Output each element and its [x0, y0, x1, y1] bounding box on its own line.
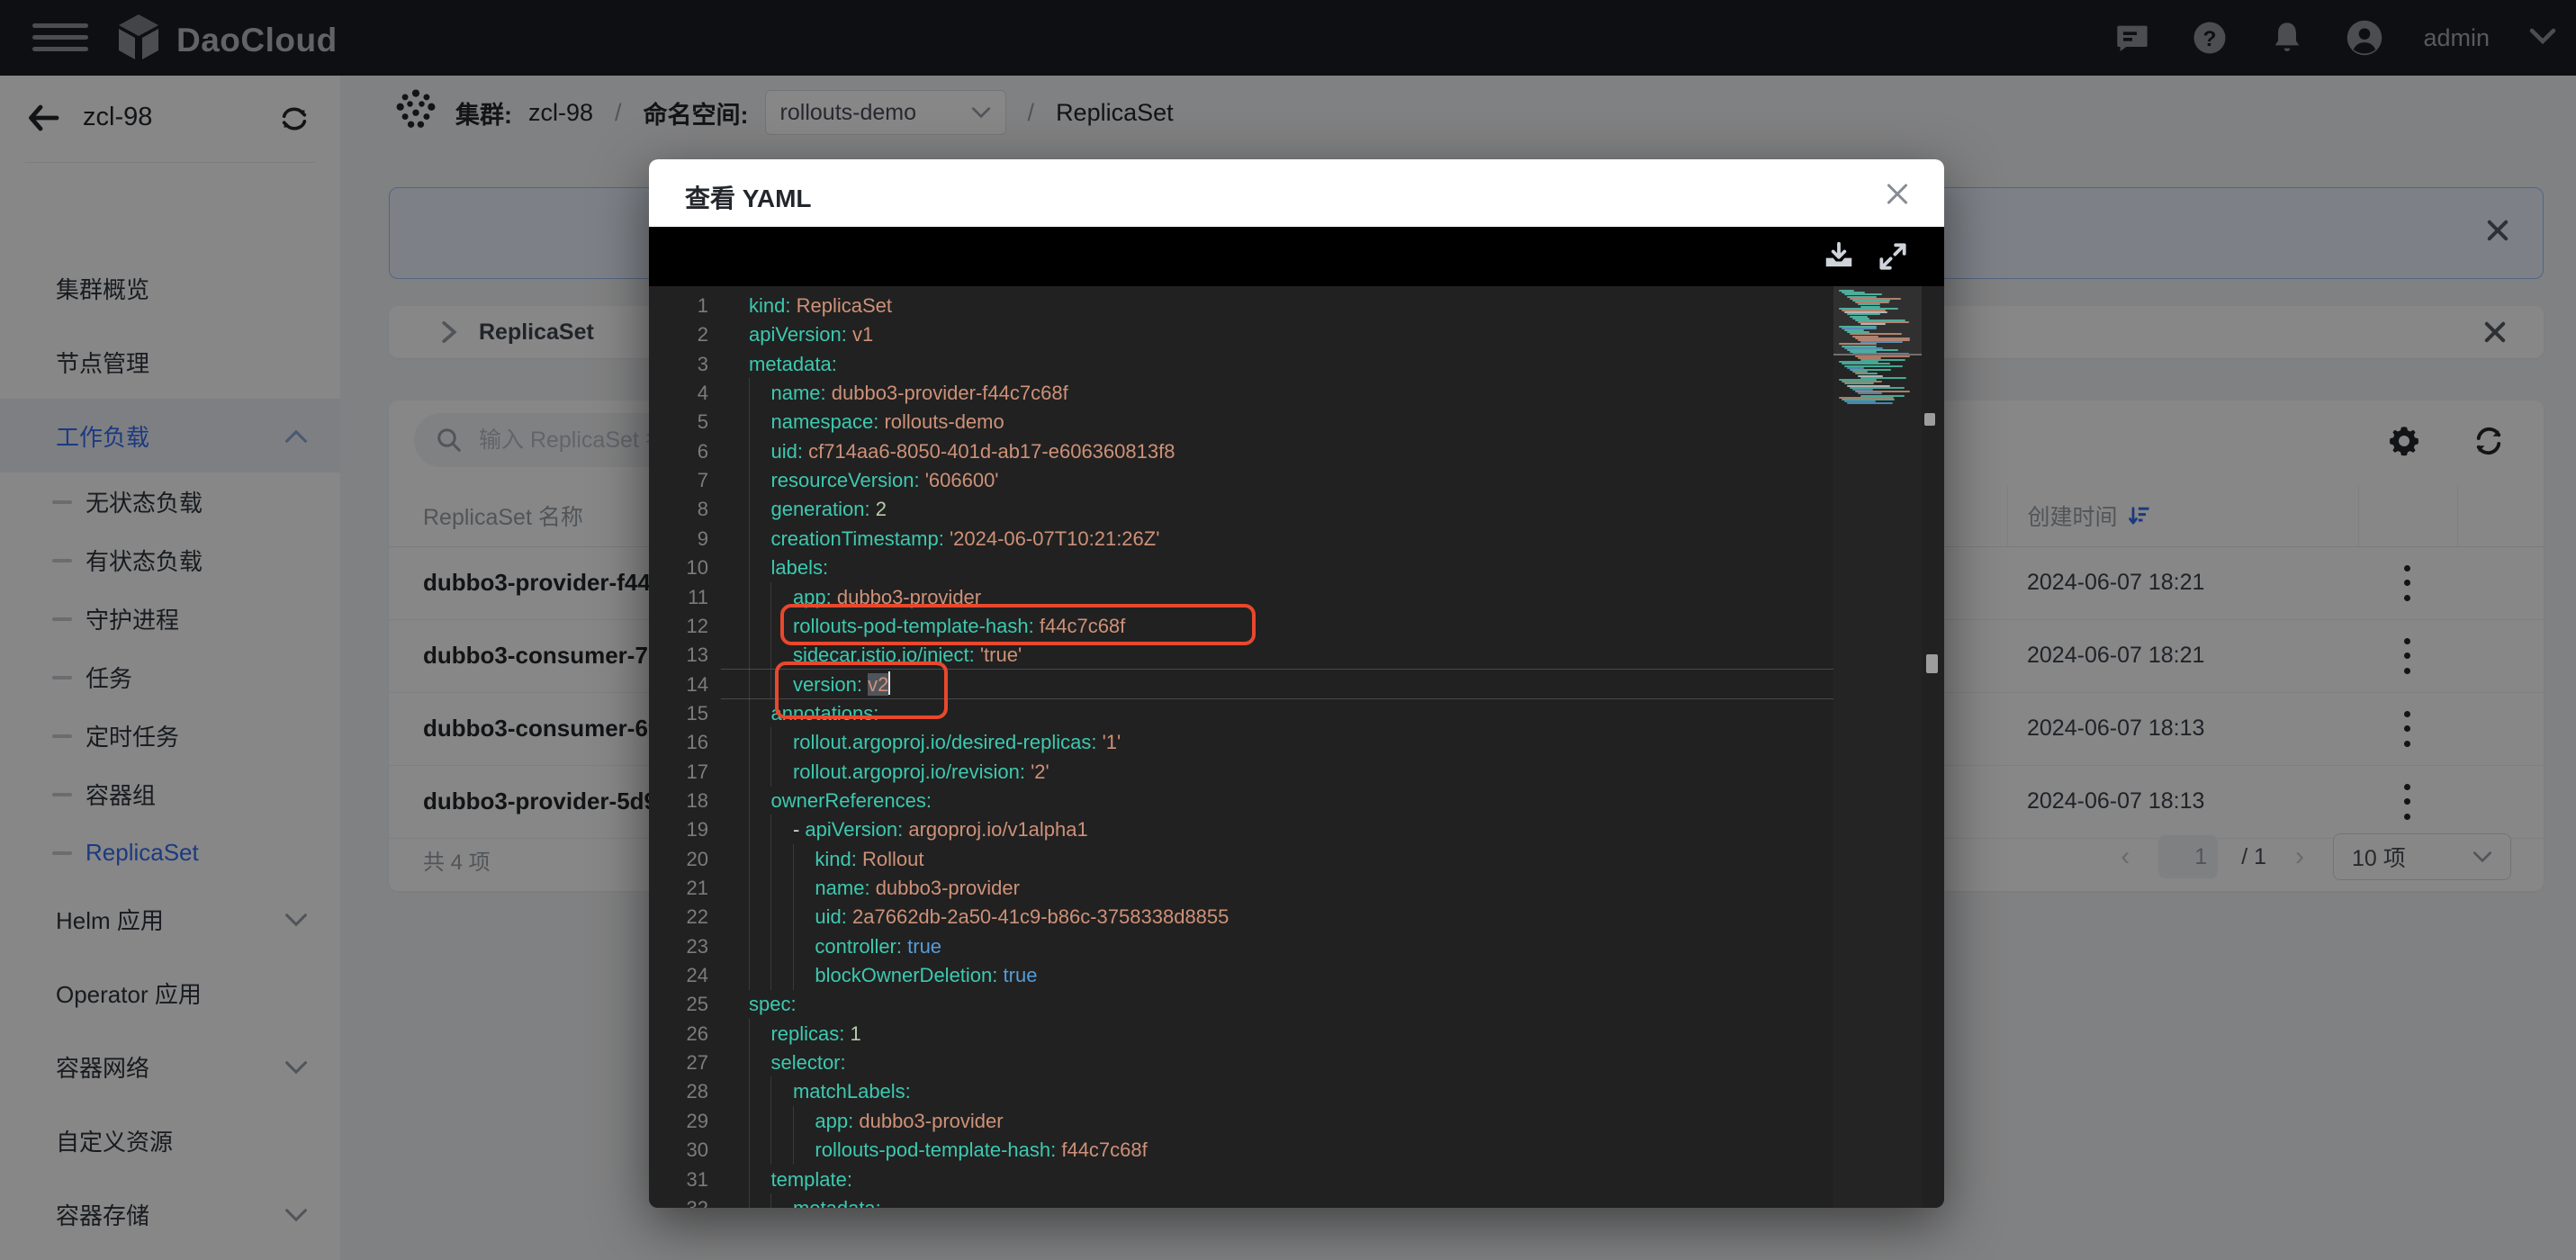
line-number: 16 [686, 731, 708, 754]
yaml-code-line: blockOwnerDeletion: true [749, 960, 1037, 991]
yaml-code-line: metadata: [749, 352, 837, 375]
line-number: 32 [649, 1193, 708, 1208]
yaml-code-line: name: dubbo3-provider-f44c7c68f [749, 378, 1068, 409]
line-number: 14 [686, 672, 708, 696]
yaml-code-line: app: dubbo3-provider [749, 1105, 1004, 1136]
yaml-code-editor[interactable]: 1 kind: ReplicaSet 2 apiVersion: v1 3 metadat… [649, 286, 1944, 1208]
line-number: 28 [686, 1080, 708, 1103]
yaml-code-line: replicas: 1 [749, 1018, 861, 1048]
line-number: 6 [697, 439, 708, 463]
yaml-code-line: controller: true [749, 931, 941, 961]
line-number: 2 [697, 323, 708, 346]
yaml-viewer-modal: 查看 YAML 1 kind: ReplicaSet 2 apiVersion: v1… [649, 159, 1944, 1208]
line-number: 18 [686, 788, 708, 812]
scrollbar-slider[interactable] [1926, 654, 1938, 673]
yaml-code-line: matchLabels: [749, 1076, 911, 1107]
line-number: 20 [686, 847, 708, 870]
editor-minimap[interactable] [1833, 286, 1922, 1208]
highlight-box-rollouts-pod-template-hash [780, 603, 1256, 645]
yaml-code-line: uid: cf714aa6-8050-401d-ab17-e606360813f… [749, 436, 1175, 466]
yaml-code-line: generation: 2 [749, 494, 887, 525]
yaml-code-line: name: dubbo3-provider [749, 873, 1020, 903]
yaml-code-line: template: [749, 1164, 852, 1194]
line-number: 13 [686, 644, 708, 667]
yaml-code-line: - apiVersion: argoproj.io/v1alpha1 [749, 814, 1088, 845]
line-number: 8 [697, 498, 708, 521]
line-number: 11 [688, 585, 708, 608]
yaml-code-line: rollouts-pod-template-hash: f44c7c68f [749, 1135, 1148, 1166]
line-number: 19 [686, 818, 708, 842]
line-number: 17 [686, 760, 708, 783]
yaml-code-line: kind: ReplicaSet [749, 294, 892, 317]
fullscreen-expand-icon[interactable] [1874, 238, 1912, 275]
yaml-code-line: ownerReferences: [749, 785, 932, 815]
line-number: 15 [686, 701, 708, 724]
line-number: 1 [697, 294, 708, 317]
download-yaml-icon[interactable] [1820, 238, 1858, 275]
editor-toolbar [649, 227, 1944, 286]
line-number: 21 [686, 877, 708, 899]
yaml-code-line: kind: Rollout [749, 843, 924, 874]
yaml-code-line: apiVersion: v1 [749, 323, 874, 346]
yaml-code-line: namespace: rollouts-demo [749, 407, 1004, 437]
yaml-code-line: creationTimestamp: '2024-06-07T10:21:26Z… [749, 523, 1159, 554]
yaml-code-line: labels: [749, 553, 828, 583]
line-number: 24 [686, 964, 708, 987]
yaml-code-line: rollout.argoproj.io/revision: '2' [749, 756, 1049, 787]
highlight-box-version [775, 661, 948, 719]
line-number: 27 [686, 1051, 708, 1075]
yaml-code-line: resourceVersion: '606600' [749, 465, 999, 496]
yaml-code-line: rollout.argoproj.io/desired-replicas: '1… [749, 727, 1121, 758]
scrollbar-mark[interactable] [1924, 413, 1935, 426]
line-number: 29 [686, 1109, 708, 1132]
yaml-code-line: spec: [749, 993, 797, 1016]
line-number: 26 [686, 1022, 708, 1045]
modal-close-icon[interactable] [1885, 181, 1912, 208]
line-number: 12 [686, 614, 708, 637]
modal-title: 查看 YAML [685, 184, 812, 212]
line-number: 9 [697, 526, 708, 550]
line-number: 4 [697, 382, 708, 405]
yaml-code-line: uid: 2a7662db-2a50-41c9-b86c-3758338d885… [749, 902, 1229, 932]
yaml-code-line: metadata: [749, 1192, 881, 1208]
line-number: 10 [686, 556, 708, 580]
line-number: 23 [686, 934, 708, 958]
line-number: 31 [686, 1167, 708, 1191]
modal-header: 查看 YAML [649, 159, 1944, 227]
line-number: 7 [697, 469, 708, 492]
minimap-slider[interactable] [1833, 286, 1922, 356]
line-number: 22 [686, 905, 708, 929]
line-number: 30 [686, 1138, 708, 1162]
yaml-code-line: selector: [749, 1048, 846, 1078]
line-number: 5 [697, 410, 708, 434]
page: DaoCloud ? admin zcl-98 集群概览 节点管理 工作负载 无… [0, 0, 2576, 1260]
line-number: 3 [697, 352, 708, 375]
line-number: 25 [686, 993, 708, 1016]
